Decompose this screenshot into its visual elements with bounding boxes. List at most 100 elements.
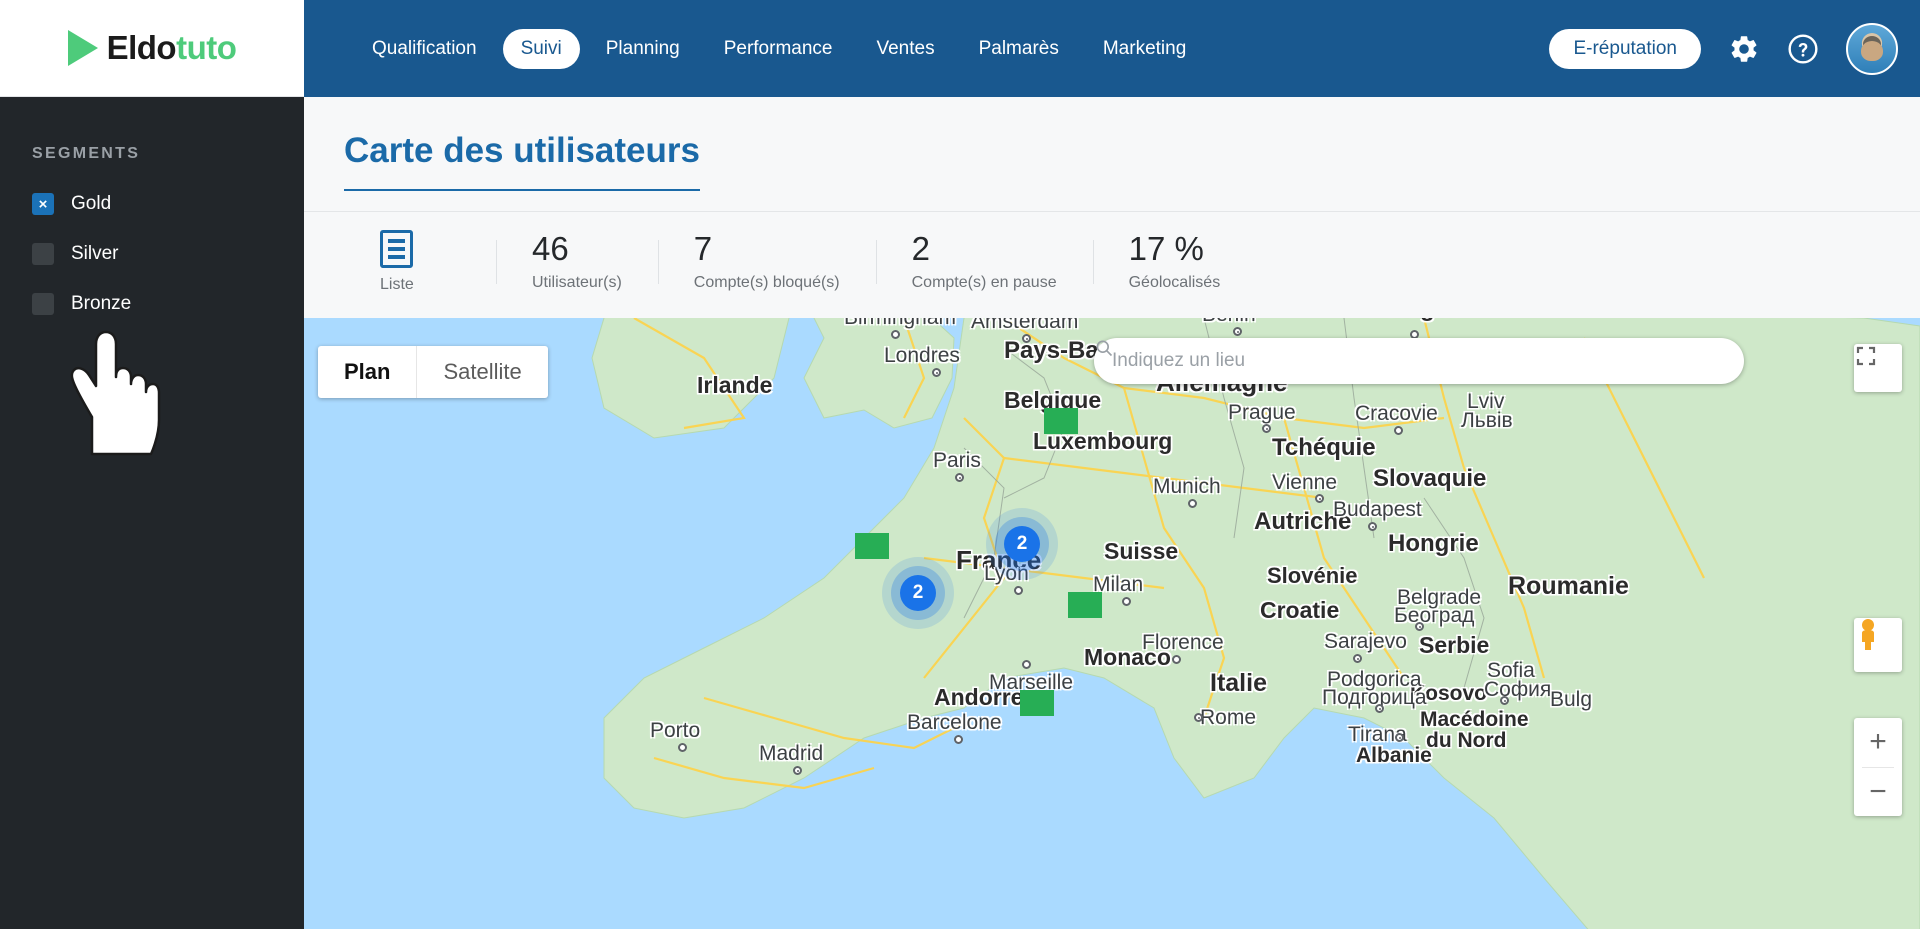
map-city-dot	[1014, 586, 1023, 595]
search-icon	[1096, 340, 1113, 357]
nav-item-marketing[interactable]: Marketing	[1085, 29, 1204, 69]
map-country-label: Italie	[1210, 669, 1267, 697]
page-header: Carte des utilisateurs	[304, 97, 1920, 191]
map-city-label: Львів	[1461, 409, 1513, 432]
map-city-dot	[1368, 522, 1377, 531]
map-city-label: Florence	[1142, 631, 1224, 654]
sidebar-item-label-silver: Silver	[71, 243, 119, 264]
map-city-label: Munich	[1153, 475, 1221, 498]
stat-liste[interactable]: Liste	[344, 230, 496, 294]
gear-icon[interactable]	[1728, 33, 1760, 65]
question-circle-icon[interactable]	[1787, 33, 1819, 65]
map-country-label: Serbie	[1419, 632, 1490, 658]
nav-item-planning[interactable]: Planning	[588, 29, 698, 69]
checkbox-silver[interactable]	[32, 243, 54, 265]
map-country-label: Hongrie	[1388, 530, 1479, 557]
map-city-label: Amsterdam	[971, 318, 1079, 333]
map-city-label: Porto	[650, 719, 701, 742]
list-icon	[380, 230, 413, 268]
stat-value-utilisateurs: 46	[532, 229, 569, 267]
sidebar-item-silver[interactable]: Silver	[32, 243, 304, 265]
map-city-label: Београд	[1394, 604, 1475, 627]
sidebar-item-label-bronze: Bronze	[71, 293, 132, 314]
nav-item-ventes[interactable]: Ventes	[858, 29, 952, 69]
map-search-input[interactable]	[1112, 350, 1726, 372]
map-city-label: Londres	[884, 344, 960, 367]
sidebar: SEGMENTS × Gold Silver Bronze	[0, 97, 304, 929]
map-city-dot	[678, 743, 687, 752]
map-country-label: du Nord	[1426, 729, 1507, 752]
stats-bar: Liste 46 Utilisateur(s) 7 Compte(s) bloq…	[304, 211, 1920, 312]
main-navigation: Qualification Suivi Planning Performance…	[304, 0, 1920, 97]
sidebar-item-gold[interactable]: × Gold	[32, 193, 304, 215]
map-city-label: Berlin	[1202, 318, 1256, 327]
map-city-dot	[932, 368, 941, 377]
map-city-label: Cracovie	[1355, 402, 1438, 425]
brand-name-dark: Eldo	[106, 29, 177, 66]
stat-value-comptes-bloques: 7	[693, 229, 713, 267]
map-user-marker[interactable]	[1020, 690, 1054, 716]
map-search-box[interactable]	[1094, 338, 1744, 384]
map-country-label: Croatie	[1260, 597, 1340, 623]
map-user-marker[interactable]	[1044, 408, 1078, 434]
map-city-dot	[1233, 327, 1242, 336]
ereputation-button[interactable]: E-réputation	[1549, 28, 1701, 69]
users-map[interactable]: IrlandePays-BasBelgiqueLuxembourgAllemag…	[304, 318, 1920, 929]
zoom-in-button[interactable]: +	[1854, 718, 1902, 767]
map-type-plan[interactable]: Plan	[318, 346, 416, 398]
map-city-label: Budapest	[1333, 498, 1422, 521]
stat-value-geolocalises: 17 %	[1128, 229, 1204, 267]
map-city-dot	[1022, 660, 1031, 669]
zoom-out-button[interactable]: −	[1854, 768, 1902, 817]
map-city-dot	[954, 735, 963, 744]
map-city-label: Sarajevo	[1324, 630, 1407, 653]
nav-item-performance[interactable]: Performance	[706, 29, 851, 69]
nav-item-palmares[interactable]: Palmarès	[961, 29, 1077, 69]
nav-item-suivi[interactable]: Suivi	[502, 28, 580, 69]
street-view-pegman-icon[interactable]	[1854, 618, 1902, 672]
stat-geolocalises: 17 % Géolocalisés	[1092, 229, 1257, 293]
map-city-label: Prague	[1228, 401, 1296, 424]
map-country-label: Slovénie	[1267, 563, 1358, 588]
checkbox-bronze[interactable]	[32, 293, 54, 315]
map-city-dot	[1500, 696, 1509, 705]
map-type-satellite[interactable]: Satellite	[416, 346, 547, 398]
map-country-label: Roumanie	[1508, 572, 1629, 600]
map-user-marker[interactable]	[855, 533, 889, 559]
stat-comptes-en-pause: 2 Compte(s) en pause	[875, 231, 1093, 293]
map-city-dot	[1395, 733, 1404, 742]
map-country-label: Tchéquie	[1272, 434, 1376, 461]
map-city-dot	[1415, 622, 1424, 631]
stat-utilisateurs: 46 Utilisateur(s)	[496, 229, 658, 293]
nav-items: Qualification Suivi Planning Performance…	[354, 28, 1204, 69]
user-avatar[interactable]	[1846, 22, 1898, 75]
top-bar: Eldotuto Qualification Suivi Planning Pe…	[0, 0, 1920, 97]
stat-label-utilisateurs: Utilisateur(s)	[532, 274, 622, 292]
map-country-label: Suisse	[1104, 538, 1179, 564]
map-country-label: Albanie	[1356, 744, 1432, 767]
app-root: Eldotuto Qualification Suivi Planning Pe…	[0, 0, 1920, 929]
map-city-dot	[1122, 597, 1131, 606]
map-city-label: Barcelone	[907, 711, 1002, 734]
play-triangle-icon	[67, 30, 98, 66]
map-type-switch: Plan Satellite	[318, 346, 548, 398]
map-zoom-controls: + −	[1854, 718, 1902, 816]
map-city-dot	[1353, 654, 1362, 663]
sidebar-item-bronze[interactable]: Bronze	[32, 293, 304, 315]
nav-item-qualification[interactable]: Qualification	[354, 29, 495, 69]
map-city-label: Rome	[1200, 706, 1257, 729]
sidebar-item-label-gold: Gold	[71, 193, 112, 214]
map-cluster-marker[interactable]: 2	[1004, 526, 1040, 562]
pegman-figure-icon	[1862, 619, 1874, 650]
map-city-dot	[1262, 424, 1271, 433]
map-cluster-marker[interactable]: 2	[900, 575, 936, 611]
map-city-label: Birmingham	[844, 318, 956, 330]
map-city-label: Bulg	[1550, 688, 1593, 711]
stat-label-liste: Liste	[380, 276, 414, 293]
brand-name: Eldotuto	[107, 29, 237, 67]
map-user-marker[interactable]	[1068, 592, 1102, 618]
fullscreen-icon[interactable]	[1854, 344, 1902, 392]
brand-logo[interactable]: Eldotuto	[0, 0, 304, 97]
checkbox-gold[interactable]: ×	[32, 193, 54, 215]
map-city-dot	[1375, 704, 1384, 713]
